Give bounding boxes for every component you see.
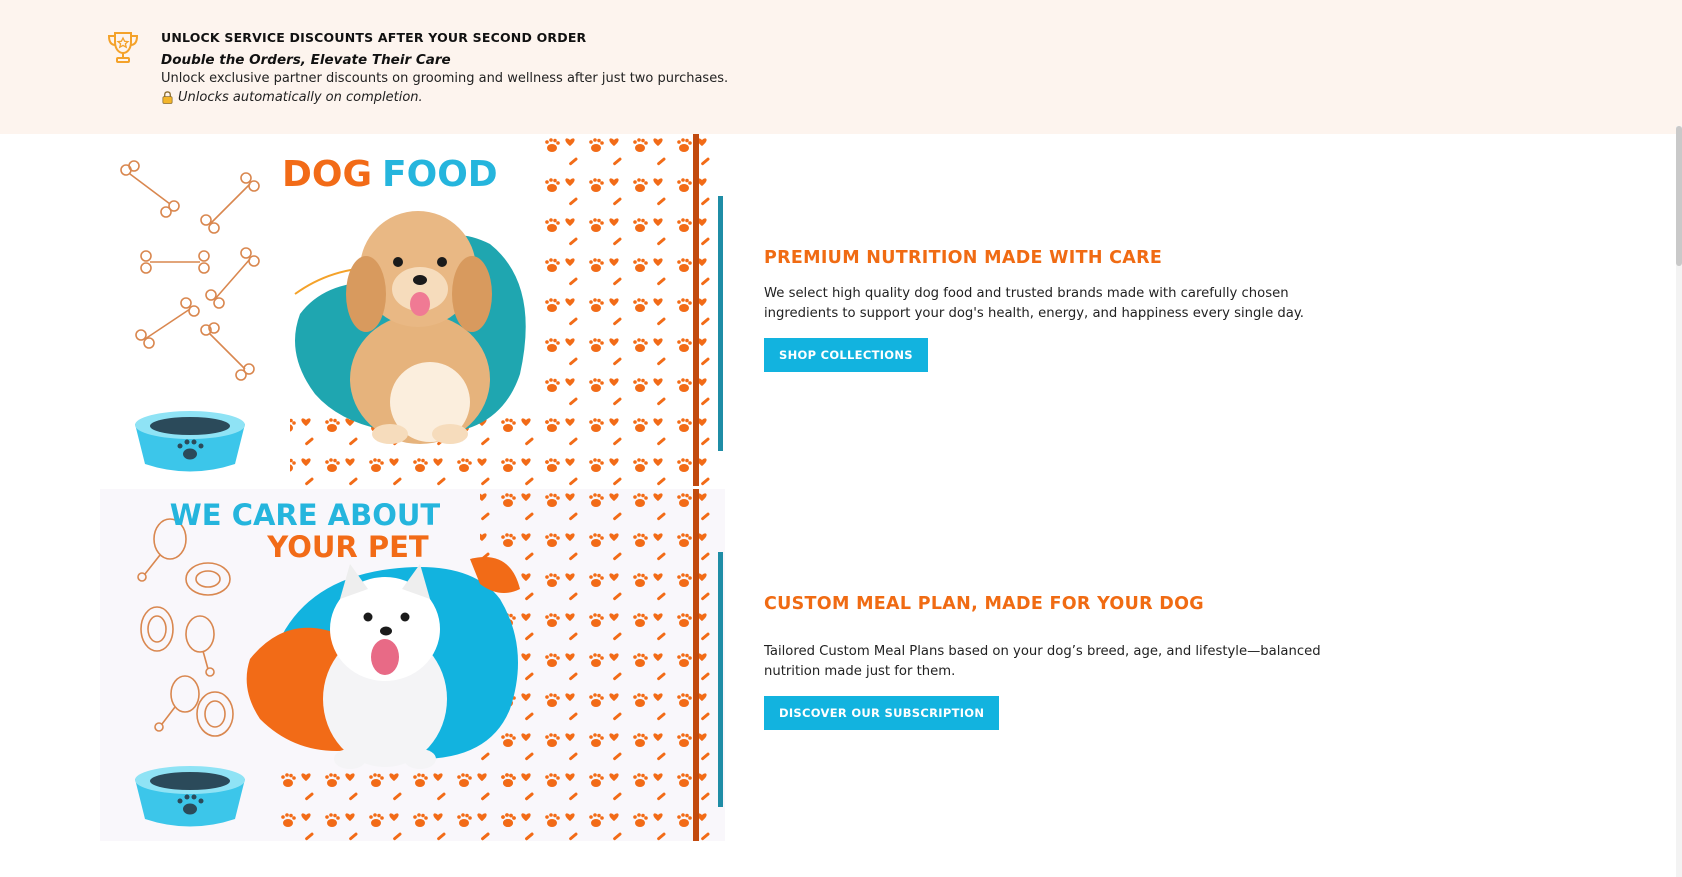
banner-note-text: Unlocks automatically on completion. bbox=[178, 90, 423, 105]
trophy-icon bbox=[107, 32, 139, 63]
banner-content: UNLOCK SERVICE DISCOUNTS AFTER YOUR SECO… bbox=[103, 28, 728, 107]
dog-food-heading-b: FOOD bbox=[382, 154, 498, 195]
feature-content-nutrition: PREMIUM NUTRITION MADE WITH CARE We sele… bbox=[764, 246, 1324, 372]
scrollbar-thumb[interactable] bbox=[1676, 126, 1682, 266]
accent-bar bbox=[718, 552, 723, 807]
dog-food-illustration: DOG FOOD bbox=[100, 134, 725, 486]
feature-title: CUSTOM MEAL PLAN, MADE FOR YOUR DOG bbox=[764, 594, 1204, 614]
banner-description: Unlock exclusive partner discounts on gr… bbox=[161, 71, 729, 86]
feature-description: We select high quality dog food and trus… bbox=[764, 286, 1304, 321]
feature-content-meal-plan: CUSTOM MEAL PLAN, MADE FOR YOUR DOG Tail… bbox=[764, 592, 1324, 730]
discover-subscription-button[interactable]: DISCOVER OUR SUBSCRIPTION bbox=[764, 696, 1000, 730]
banner-note: Unlocks automatically on completion. bbox=[161, 88, 728, 107]
accent-bar bbox=[718, 196, 723, 451]
dog-food-heading-a: DOG bbox=[282, 154, 372, 195]
care-heading-a: WE CARE ABOUT bbox=[170, 498, 441, 532]
lock-icon bbox=[162, 91, 173, 104]
feature-title: PREMIUM NUTRITION MADE WITH CARE bbox=[764, 248, 1163, 268]
feature-description: Tailored Custom Meal Plans based on your… bbox=[764, 644, 1321, 679]
care-about-pet-illustration: WE CARE ABOUT YOUR PET bbox=[100, 489, 725, 841]
dog-food-image: DOG FOOD bbox=[100, 134, 725, 486]
banner-title: UNLOCK SERVICE DISCOUNTS AFTER YOUR SECO… bbox=[161, 30, 587, 45]
discount-banner: UNLOCK SERVICE DISCOUNTS AFTER YOUR SECO… bbox=[0, 0, 1682, 134]
banner-text: UNLOCK SERVICE DISCOUNTS AFTER YOUR SECO… bbox=[161, 28, 728, 107]
care-about-pet-image: WE CARE ABOUT YOUR PET bbox=[100, 489, 725, 841]
shop-collections-button[interactable]: SHOP COLLECTIONS bbox=[764, 338, 928, 372]
banner-subtitle: Double the Orders, Elevate Their Care bbox=[161, 52, 451, 68]
care-heading-b: YOUR PET bbox=[266, 530, 429, 564]
